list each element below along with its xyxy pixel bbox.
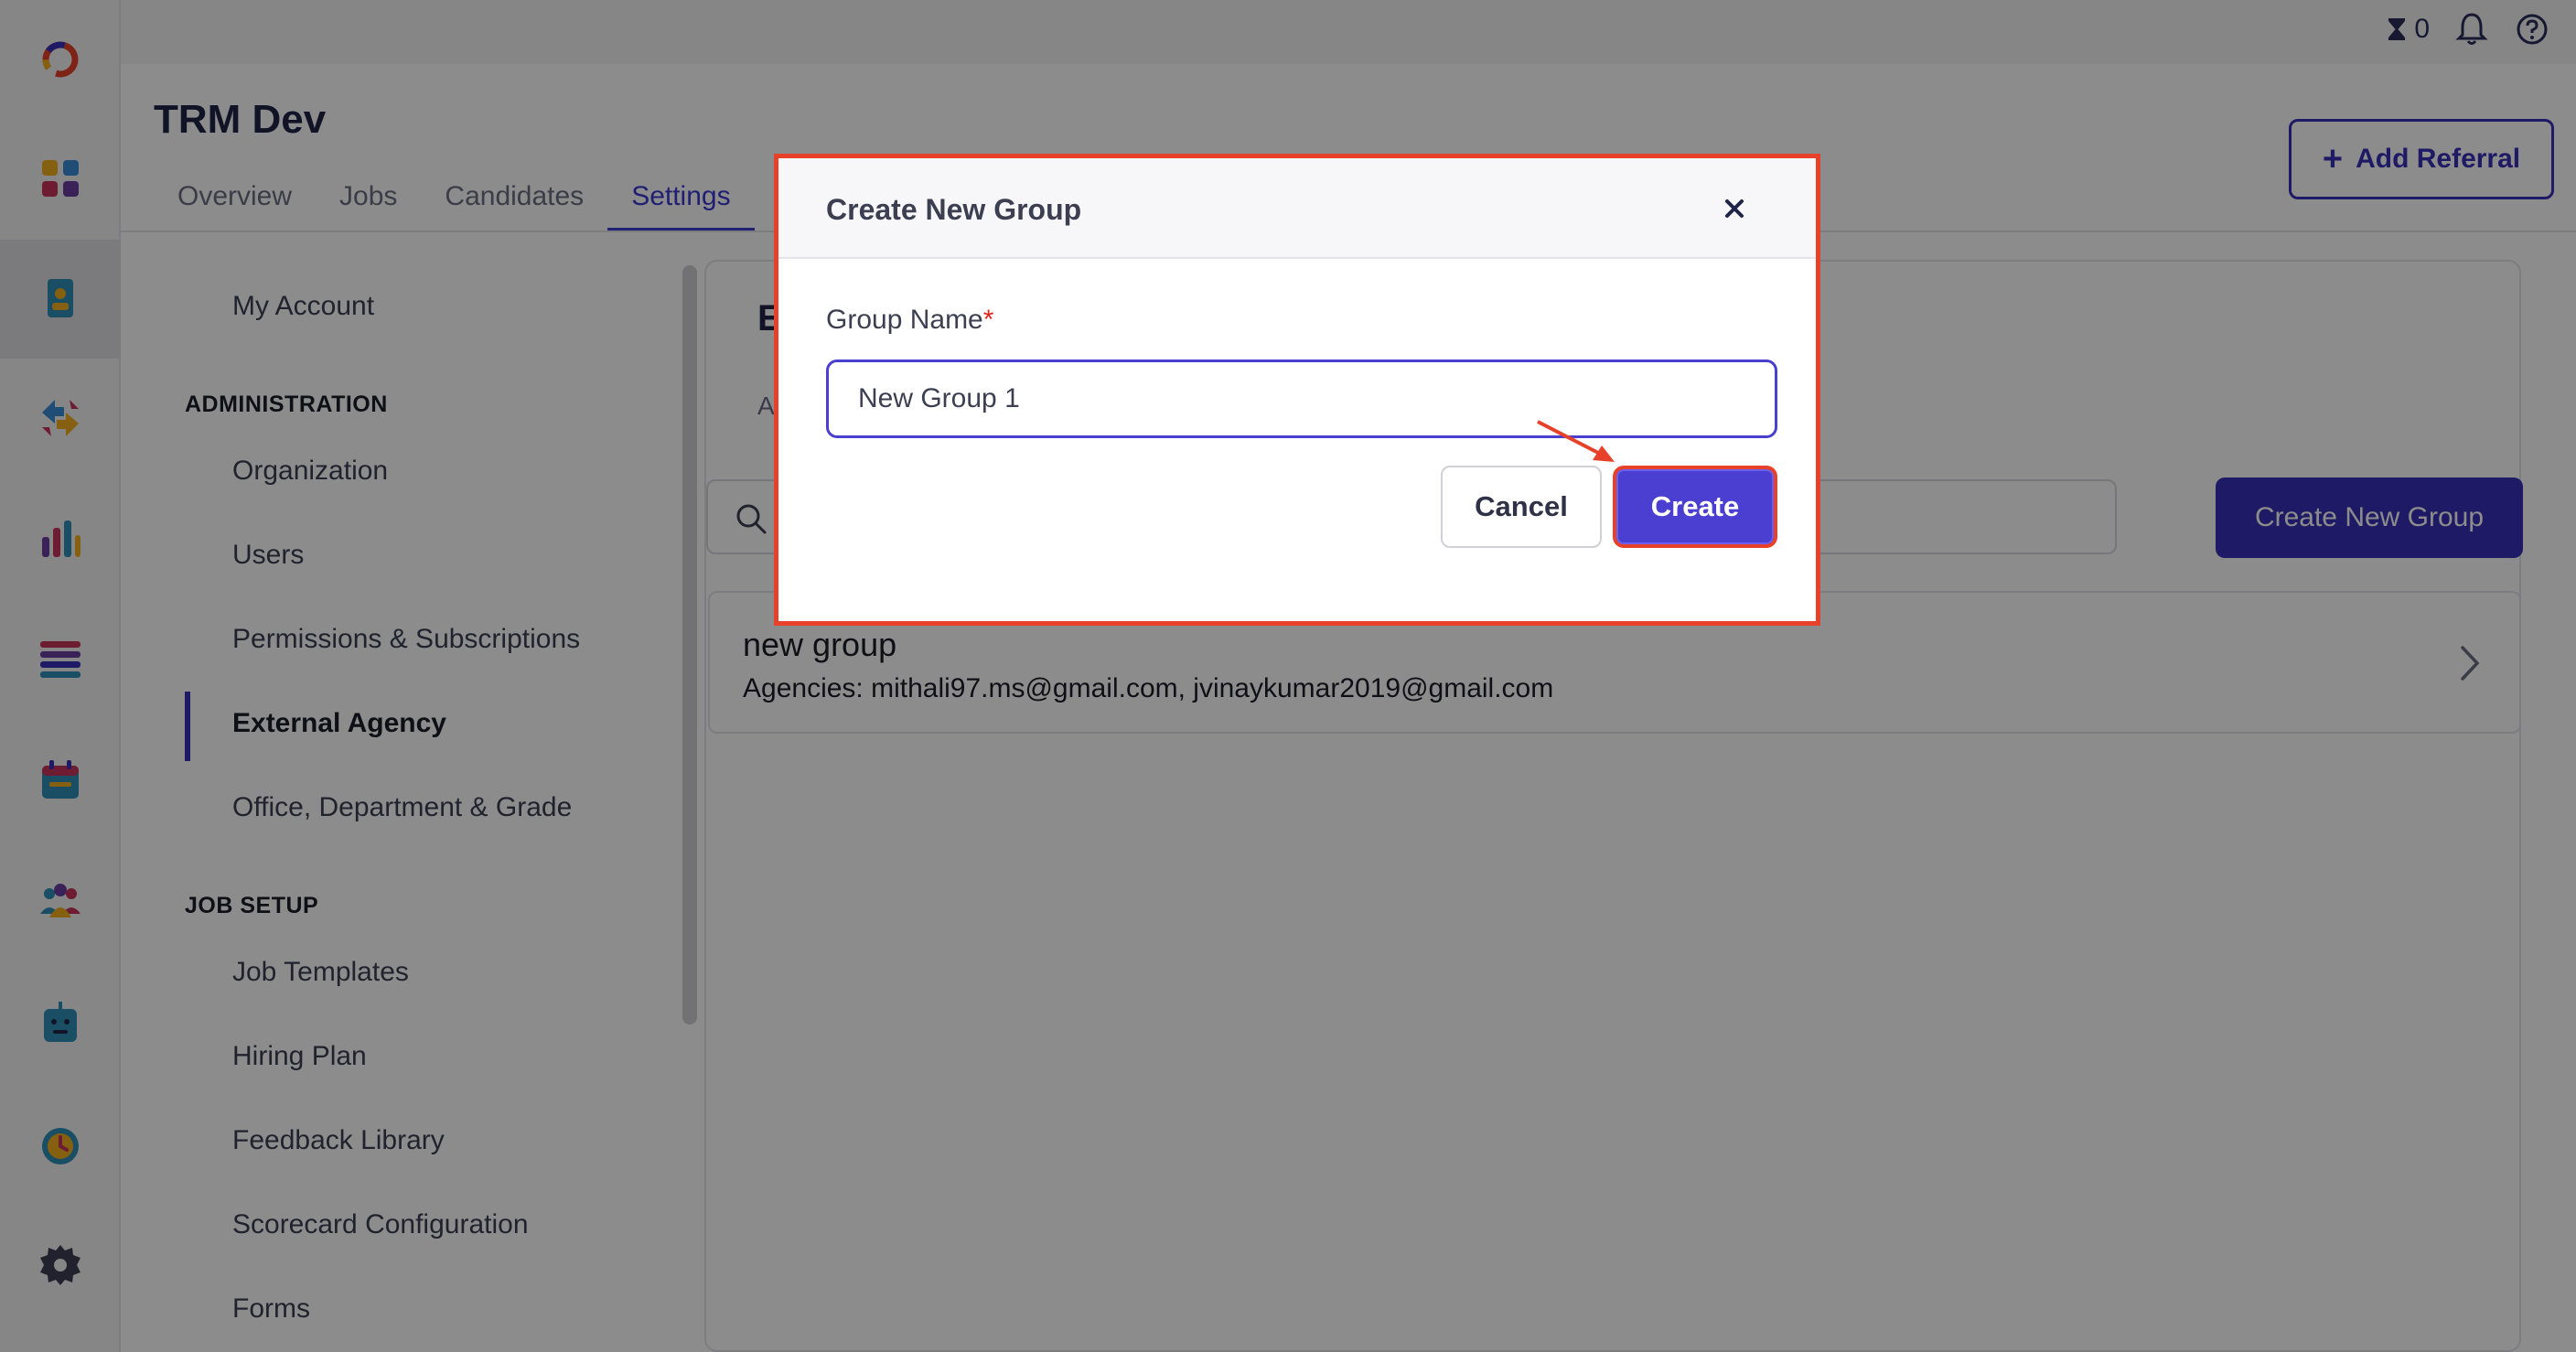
group-name-label: Group Name* <box>826 305 993 336</box>
close-icon[interactable] <box>1719 193 1750 224</box>
dialog-header: Create New Group <box>778 158 1816 259</box>
group-name-input[interactable] <box>826 359 1777 438</box>
cancel-button[interactable]: Cancel <box>1441 466 1602 548</box>
create-button[interactable]: Create <box>1613 466 1777 548</box>
create-group-dialog: Create New Group Group Name* Cancel Crea… <box>774 154 1820 626</box>
dialog-title: Create New Group <box>826 193 1082 226</box>
required-asterisk: * <box>982 305 994 335</box>
group-name-label-text: Group Name <box>826 305 983 335</box>
